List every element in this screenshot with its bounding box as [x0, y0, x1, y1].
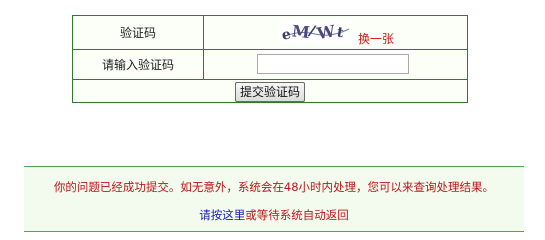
auto-return-text: 或等待系统自动返回: [245, 208, 349, 222]
captcha-label: 验证码: [73, 16, 204, 49]
success-notice: 你的问题已经成功提交。如无意外，系统会在48小时内处理，您可以来查询处理结果。 …: [24, 166, 524, 232]
input-cell: [204, 50, 467, 79]
svg-text:M: M: [291, 21, 311, 42]
captcha-row: 验证码 e M / W t 换一张: [73, 16, 467, 50]
input-label: 请输入验证码: [73, 50, 204, 79]
input-row: 请输入验证码: [73, 50, 467, 80]
notice-actions: 请按这里或等待系统自动返回: [24, 207, 524, 223]
refresh-captcha-link[interactable]: 换一张: [358, 30, 394, 47]
return-link[interactable]: 请按这里: [199, 208, 245, 222]
svg-text:t: t: [335, 24, 345, 41]
captcha-form-table: 验证码 e M / W t 换一张 请输入验证码 提交验证码: [72, 15, 468, 103]
success-message: 你的问题已经成功提交。如无意外，系统会在48小时内处理，您可以来查询处理结果。: [53, 180, 495, 194]
captcha-input[interactable]: [257, 54, 409, 74]
captcha-cell: e M / W t 换一张: [204, 16, 467, 49]
submit-row: 提交验证码: [73, 80, 467, 103]
submit-captcha-button[interactable]: 提交验证码: [235, 82, 306, 102]
captcha-image: e M / W t: [279, 20, 351, 44]
svg-text:e: e: [281, 27, 292, 44]
svg-text:W: W: [315, 21, 338, 43]
